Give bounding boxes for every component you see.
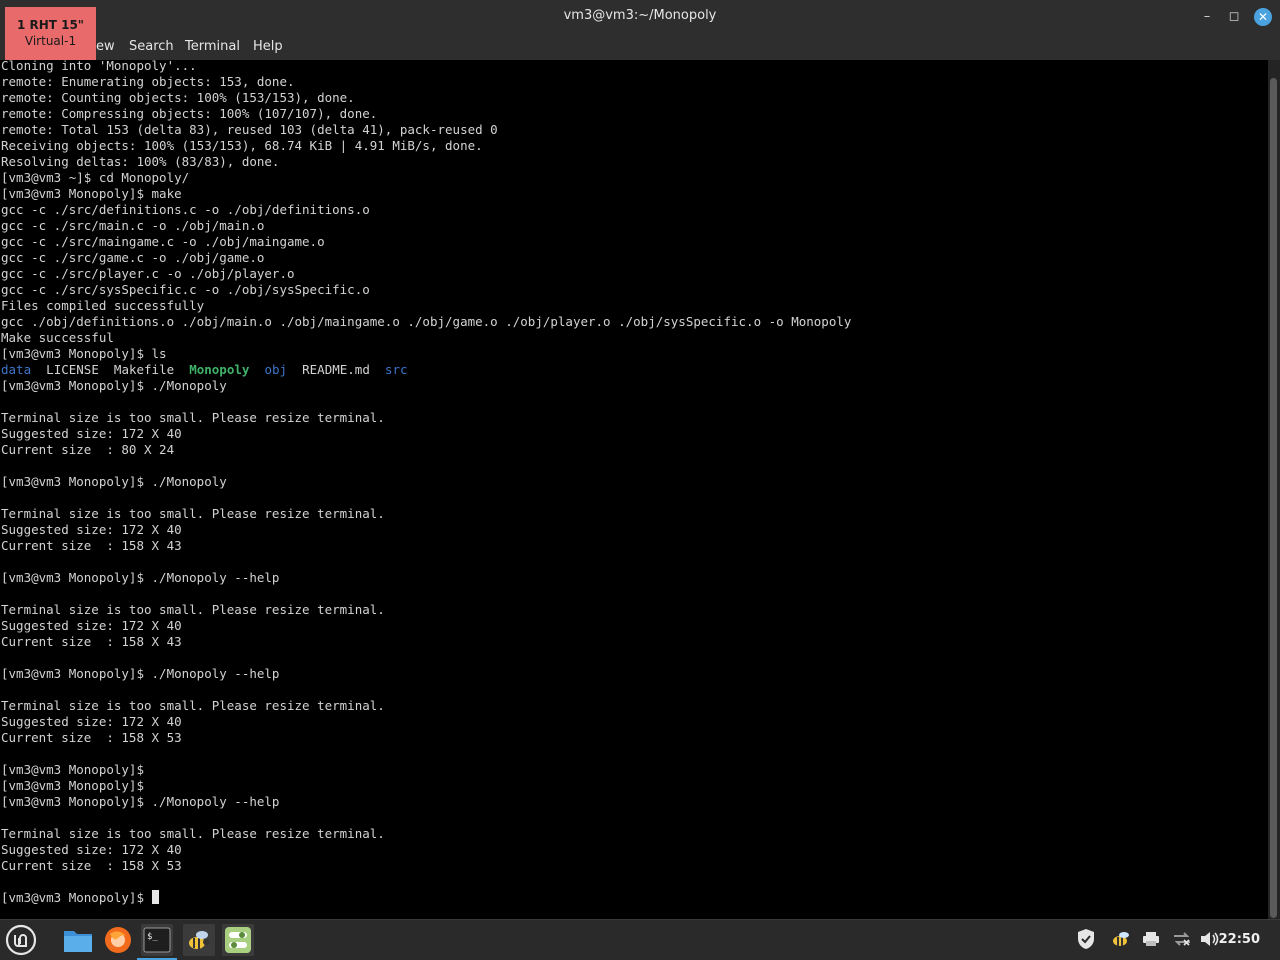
terminal-line: gcc -c ./src/maingame.c -o ./obj/maingam… bbox=[1, 234, 325, 249]
terminal-line: [vm3@vm3 Monopoly]$ bbox=[1, 778, 144, 793]
terminal-line: Terminal size is too small. Please resiz… bbox=[1, 506, 385, 521]
volume-icon[interactable] bbox=[1200, 931, 1220, 951]
scrollbar-thumb[interactable] bbox=[1270, 78, 1277, 918]
window-title: vm3@vm3:~/Monopoly bbox=[563, 8, 717, 23]
terminal-line: Make successful bbox=[1, 330, 114, 345]
terminal-line: remote: Compressing objects: 100% (107/1… bbox=[1, 106, 378, 121]
terminal-line: gcc ./obj/definitions.o ./obj/main.o ./o… bbox=[1, 314, 852, 329]
ls-entry-makefile: Makefile bbox=[113, 362, 175, 377]
monitor-overlay-name: 1 RHT 15" bbox=[16, 18, 85, 32]
terminal-line: Terminal size is too small. Please resiz… bbox=[1, 410, 385, 425]
terminal-line: [vm3@vm3 Monopoly]$ ./Monopoly --help bbox=[1, 666, 280, 681]
terminal-line: Current size : 158 X 53 bbox=[1, 730, 182, 745]
ls-entry-src: src bbox=[384, 362, 408, 377]
terminal-line: remote: Enumerating objects: 153, done. bbox=[1, 74, 295, 89]
terminal-line: gcc -c ./src/sysSpecific.c -o ./obj/sysS… bbox=[1, 282, 370, 297]
menu-help[interactable]: Help bbox=[253, 39, 283, 54]
terminal-cursor bbox=[151, 890, 159, 904]
bee-icon[interactable] bbox=[183, 924, 215, 956]
terminal-line: Terminal size is too small. Please resiz… bbox=[1, 826, 385, 841]
terminal-line: gcc -c ./src/game.c -o ./obj/game.o bbox=[1, 250, 265, 265]
minimize-button[interactable]: – bbox=[1196, 6, 1218, 28]
printer-icon[interactable] bbox=[1142, 931, 1160, 951]
terminal-line: [vm3@vm3 Monopoly]$ ./Monopoly bbox=[1, 378, 227, 393]
menu-view[interactable]: ew bbox=[96, 39, 115, 54]
terminal-line: [vm3@vm3 Monopoly]$ ./Monopoly --help bbox=[1, 570, 280, 585]
terminal-line: gcc -c ./src/player.c -o ./obj/player.o bbox=[1, 266, 295, 281]
terminal-line: Cloning into 'Monopoly'... bbox=[1, 60, 197, 73]
terminal-line: gcc -c ./src/main.c -o ./obj/main.o bbox=[1, 218, 265, 233]
terminal-prompt-line[interactable]: [vm3@vm3 Monopoly]$ bbox=[1, 890, 851, 906]
terminal-line: Terminal size is too small. Please resiz… bbox=[1, 698, 385, 713]
terminal-line: [vm3@vm3 ~]$ cd Monopoly/ bbox=[1, 170, 190, 185]
terminal-area[interactable]: Cloning into 'Monopoly'... remote: Enumer… bbox=[0, 60, 1268, 919]
terminal-line: Suggested size: 172 X 40 bbox=[1, 714, 182, 729]
terminal-line: Files compiled successfully bbox=[1, 298, 205, 313]
system-tray bbox=[1076, 920, 1220, 960]
terminal-line: Terminal size is too small. Please resiz… bbox=[1, 602, 385, 617]
terminal-line: Suggested size: 172 X 40 bbox=[1, 522, 182, 537]
terminal-line: Current size : 158 X 43 bbox=[1, 634, 182, 649]
desktop: vm3@vm3:~/Monopoly – ◻ ✕ ew Search Termi… bbox=[0, 0, 1280, 960]
settings-toggle-icon[interactable] bbox=[222, 924, 254, 956]
terminal-line: remote: Total 153 (delta 83), reused 103… bbox=[1, 122, 498, 137]
terminal-line: Suggested size: 172 X 40 bbox=[1, 618, 182, 633]
clock[interactable]: 22:50 bbox=[1219, 932, 1260, 947]
terminal-line: Current size : 158 X 43 bbox=[1, 538, 182, 553]
menu-search[interactable]: Search bbox=[129, 39, 174, 54]
terminal-line: [vm3@vm3 Monopoly]$ bbox=[1, 762, 144, 777]
terminal-line: gcc -c ./src/definitions.c -o ./obj/defi… bbox=[1, 202, 370, 217]
terminal-line: Current size : 80 X 24 bbox=[1, 442, 175, 457]
terminal-line: remote: Counting objects: 100% (153/153)… bbox=[1, 90, 355, 105]
taskbar: $_ 22:50 bbox=[0, 919, 1280, 960]
shield-icon[interactable] bbox=[1076, 928, 1096, 954]
terminal-line: [vm3@vm3 Monopoly]$ ./Monopoly --help bbox=[1, 794, 280, 809]
terminal-line: [vm3@vm3 Monopoly]$ ./Monopoly bbox=[1, 474, 227, 489]
ls-entry-readme-md: README.md bbox=[302, 362, 370, 377]
menu-icon[interactable] bbox=[5, 924, 37, 956]
terminal-line: [vm3@vm3 Monopoly]$ make bbox=[1, 186, 182, 201]
network-icon[interactable] bbox=[1172, 931, 1192, 951]
svg-text:$_: $_ bbox=[147, 932, 158, 942]
terminal-icon[interactable]: $_ bbox=[137, 924, 177, 960]
ls-entry-monopoly: Monopoly bbox=[189, 362, 250, 377]
terminal-line: Resolving deltas: 100% (83/83), done. bbox=[1, 154, 280, 169]
window-titlebar[interactable]: vm3@vm3:~/Monopoly – ◻ ✕ bbox=[0, 0, 1280, 34]
ls-output-line: data LICENSE Makefile Monopoly obj READM… bbox=[1, 362, 851, 378]
firefox-icon[interactable] bbox=[102, 924, 134, 956]
ls-entry-obj: obj bbox=[264, 362, 288, 377]
terminal-line: Current size : 158 X 53 bbox=[1, 858, 182, 873]
menu-bar: ew Search Terminal Help bbox=[0, 34, 1280, 60]
close-button[interactable]: ✕ bbox=[1254, 8, 1272, 26]
monitor-overlay: 1 RHT 15" Virtual-1 bbox=[5, 7, 96, 61]
terminal-line: Suggested size: 172 X 40 bbox=[1, 426, 182, 441]
files-icon[interactable] bbox=[62, 924, 94, 956]
menu-terminal[interactable]: Terminal bbox=[185, 39, 240, 54]
ls-entry-data: data bbox=[1, 362, 32, 377]
ls-entry-license: LICENSE bbox=[46, 362, 99, 377]
bee-tray-icon[interactable] bbox=[1110, 929, 1132, 953]
terminal-line: [vm3@vm3 Monopoly]$ ls bbox=[1, 346, 167, 361]
terminal-line: Receiving objects: 100% (153/153), 68.74… bbox=[1, 138, 483, 153]
monitor-overlay-output: Virtual-1 bbox=[24, 34, 77, 48]
terminal-line: Suggested size: 172 X 40 bbox=[1, 842, 182, 857]
maximize-button[interactable]: ◻ bbox=[1223, 6, 1245, 28]
terminal-scrollbar[interactable] bbox=[1268, 60, 1280, 919]
terminal-prompt: [vm3@vm3 Monopoly]$ bbox=[1, 890, 152, 905]
terminal-output: Cloning into 'Monopoly'... remote: Enumer… bbox=[1, 60, 851, 906]
